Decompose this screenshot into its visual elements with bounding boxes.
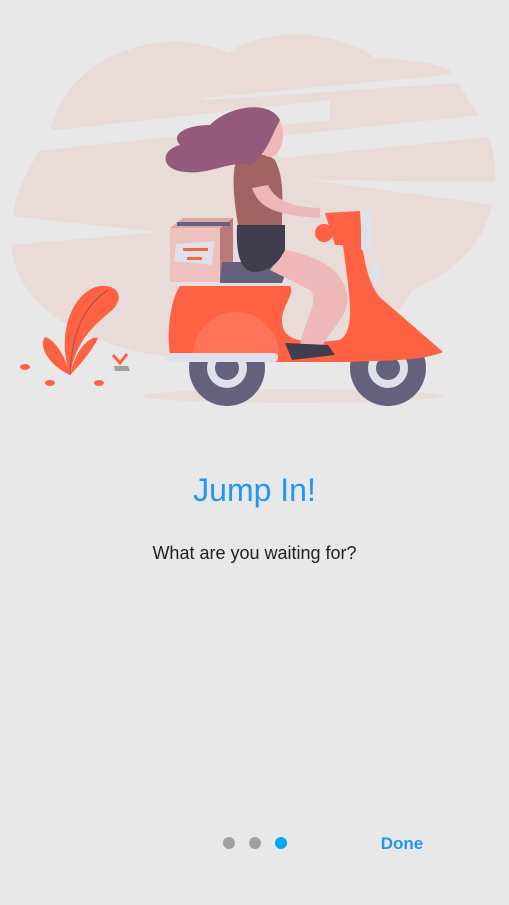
done-button[interactable]: Done	[372, 834, 432, 854]
page-title: Jump In!	[193, 472, 316, 508]
page-subtitle: What are you waiting for?	[152, 543, 357, 563]
page-dot-3-active[interactable]	[275, 837, 287, 849]
scooter-illustration	[0, 34, 509, 406]
page-dot-2[interactable]	[249, 837, 261, 849]
page-indicator	[223, 837, 287, 849]
page-dot-1[interactable]	[223, 837, 235, 849]
